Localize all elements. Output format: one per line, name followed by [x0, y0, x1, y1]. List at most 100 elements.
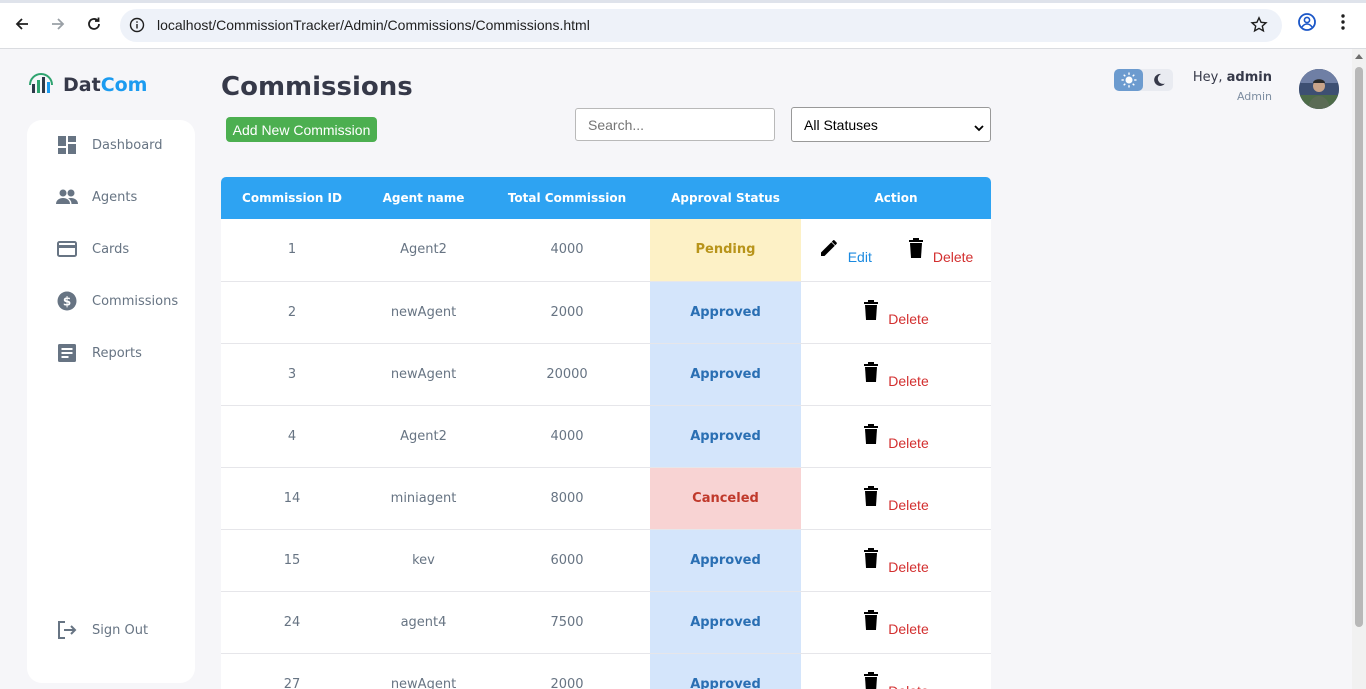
cell-actions: Delete — [801, 281, 991, 344]
delete-label: Delete — [888, 559, 929, 575]
search-input[interactable] — [575, 108, 775, 141]
sign-out-button[interactable]: Sign Out — [55, 618, 148, 642]
delete-button[interactable]: Delete — [863, 610, 929, 637]
delete-label: Delete — [888, 311, 929, 327]
sidebar-item-label: Dashboard — [92, 137, 163, 153]
cell-actions: Delete — [801, 343, 991, 406]
table-row: 2 newAgent 2000 Approved Delete — [221, 281, 991, 344]
cell-approval-status: Approved — [650, 591, 801, 654]
sidebar-item-label: Commissions — [92, 293, 179, 309]
page-title: Commissions — [221, 72, 413, 102]
cell-approval-status: Approved — [650, 405, 801, 468]
cell-commission-id: 24 — [221, 591, 363, 654]
delete-button[interactable]: Delete — [863, 672, 929, 689]
delete-button[interactable]: Delete — [863, 424, 929, 451]
bookmark-star-icon[interactable] — [1250, 16, 1268, 38]
cell-approval-status: Canceled — [650, 467, 801, 530]
sidebar-item-label: Cards — [92, 241, 130, 257]
cell-total-commission: 4000 — [484, 219, 650, 282]
table-row: 1 Agent2 4000 Pending Edit Delete — [221, 219, 991, 282]
cell-commission-id: 15 — [221, 529, 363, 592]
cell-approval-status: Approved — [650, 343, 801, 406]
cell-agent-name: agent4 — [363, 591, 484, 654]
site-info-icon[interactable] — [129, 17, 145, 37]
delete-label: Delete — [932, 248, 974, 265]
light-mode-icon[interactable] — [1114, 69, 1143, 91]
chevron-down-icon — [974, 120, 984, 136]
dollar-icon: $ — [55, 289, 79, 313]
profile-icon[interactable] — [1297, 12, 1317, 36]
column-header[interactable]: Approval Status — [650, 177, 801, 219]
scroll-up-arrow-icon[interactable] — [1355, 54, 1363, 59]
delete-button[interactable]: Delete — [863, 548, 929, 575]
page-scrollbar[interactable] — [1352, 49, 1366, 689]
brand-name-part2: Com — [100, 74, 148, 96]
report-icon — [55, 341, 79, 365]
cell-commission-id: 14 — [221, 467, 363, 530]
cell-commission-id: 2 — [221, 281, 363, 344]
url-text[interactable]: localhost/CommissionTracker/Admin/Commis… — [157, 17, 590, 33]
forward-icon[interactable] — [46, 12, 70, 36]
table-header-row: Commission ID Agent name Total Commissio… — [221, 177, 991, 219]
delete-label: Delete — [888, 621, 929, 637]
back-icon[interactable] — [10, 12, 34, 36]
svg-text:$: $ — [63, 295, 71, 309]
cell-actions: Delete — [801, 653, 991, 689]
scrollbar-thumb[interactable] — [1355, 67, 1363, 627]
tab-strip — [0, 0, 1366, 3]
column-header[interactable]: Agent name — [363, 177, 484, 219]
trash-icon — [908, 237, 924, 262]
cell-approval-status: Approved — [650, 653, 801, 689]
pencil-icon — [819, 238, 839, 262]
delete-button[interactable]: Delete — [908, 237, 974, 265]
cell-total-commission: 4000 — [484, 405, 650, 468]
trash-icon — [863, 362, 879, 386]
address-bar[interactable]: localhost/CommissionTracker/Admin/Commis… — [120, 9, 1282, 42]
cell-actions: Delete — [801, 529, 991, 592]
column-header[interactable]: Total Commission — [484, 177, 650, 219]
sidebar: Dashboard Agents Cards $ Commissions Rep… — [27, 120, 195, 683]
delete-label: Delete — [888, 435, 929, 451]
cell-actions: Edit Delete — [801, 219, 991, 282]
sidebar-item-dashboard[interactable]: Dashboard — [55, 133, 163, 157]
reload-icon[interactable] — [82, 12, 106, 36]
theme-toggle[interactable] — [1114, 69, 1173, 91]
brand-logo[interactable]: DatCom — [27, 71, 147, 99]
people-icon — [55, 185, 79, 209]
cell-approval-status: Approved — [650, 281, 801, 344]
user-greeting: Hey, admin — [1180, 70, 1272, 85]
edit-button[interactable]: Edit — [819, 238, 872, 265]
cell-actions: Delete — [801, 467, 991, 530]
delete-label: Delete — [888, 683, 928, 689]
sign-out-label: Sign Out — [92, 622, 149, 638]
browser-toolbar: localhost/CommissionTracker/Admin/Commis… — [0, 0, 1366, 49]
user-role: Admin — [1236, 90, 1272, 103]
sidebar-item-agents[interactable]: Agents — [55, 185, 137, 209]
cell-total-commission: 2000 — [484, 653, 650, 689]
trash-icon — [863, 424, 879, 448]
status-filter-select[interactable]: All Statuses — [791, 107, 991, 142]
dark-mode-icon[interactable] — [1144, 69, 1173, 91]
cell-agent-name: newAgent — [363, 281, 484, 344]
card-icon — [55, 237, 79, 261]
add-commission-button[interactable]: Add New Commission — [226, 117, 377, 142]
logout-icon — [55, 618, 79, 642]
menu-dots-icon[interactable] — [1336, 12, 1350, 36]
sidebar-item-cards[interactable]: Cards — [55, 237, 129, 261]
column-header[interactable]: Commission ID — [221, 177, 363, 219]
edit-label: Edit — [847, 248, 872, 265]
delete-button[interactable]: Delete — [863, 486, 929, 513]
delete-button[interactable]: Delete — [863, 300, 929, 327]
delete-button[interactable]: Delete — [863, 362, 929, 389]
table-row: 24 agent4 7500 Approved Delete — [221, 591, 991, 654]
cell-actions: Delete — [801, 591, 991, 654]
sidebar-item-commissions[interactable]: $ Commissions — [55, 289, 178, 313]
cell-agent-name: kev — [363, 529, 484, 592]
cell-agent-name: newAgent — [363, 343, 484, 406]
sidebar-item-label: Agents — [92, 189, 138, 205]
sidebar-item-reports[interactable]: Reports — [55, 341, 142, 365]
avatar[interactable] — [1299, 69, 1339, 109]
table-row: 3 newAgent 20000 Approved Delete — [221, 343, 991, 406]
cell-agent-name: Agent2 — [363, 219, 484, 282]
trash-icon — [863, 486, 879, 510]
